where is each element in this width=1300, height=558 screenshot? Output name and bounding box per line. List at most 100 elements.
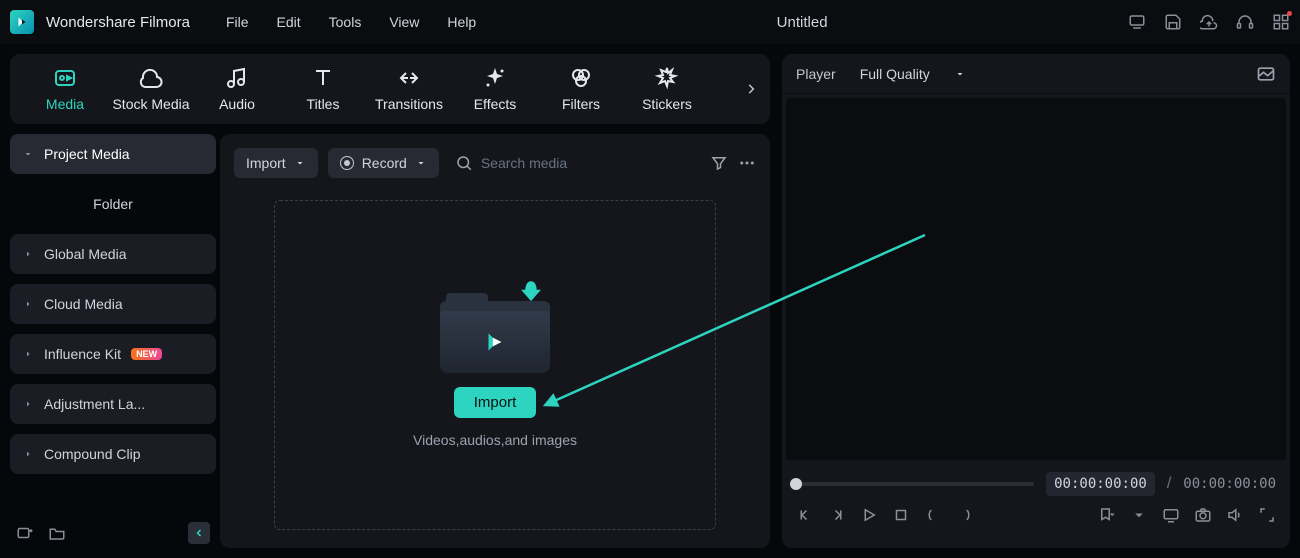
player-controls: 00:00:00:00 / 00:00:00:00 xyxy=(782,464,1290,548)
titles-icon xyxy=(311,66,335,90)
player-viewport[interactable] xyxy=(786,98,1286,460)
notification-dot xyxy=(1287,11,1292,16)
sidebar-item-cloud-media[interactable]: Cloud Media xyxy=(10,284,216,324)
tab-media[interactable]: Media xyxy=(22,66,108,112)
new-folder-icon[interactable] xyxy=(48,524,66,542)
stop-icon[interactable] xyxy=(892,506,910,524)
record-label: Record xyxy=(362,155,407,171)
download-arrow-icon xyxy=(514,277,548,311)
sidebar-item-influence-kit[interactable]: Influence Kit NEW xyxy=(10,334,216,374)
filter-icon[interactable] xyxy=(710,154,728,172)
filmora-icon xyxy=(15,15,29,29)
apps-button[interactable] xyxy=(1272,13,1290,31)
import-label: Import xyxy=(246,155,286,171)
chevron-right-icon xyxy=(22,298,34,310)
menu-bar: File Edit Tools View Help xyxy=(226,14,476,30)
player-panel: Player Full Quality 00:00:00:00 / 00:00:… xyxy=(782,54,1290,548)
prev-frame-icon[interactable] xyxy=(796,506,814,524)
timecode-current: 00:00:00:00 xyxy=(1046,472,1155,496)
tab-label: Audio xyxy=(219,96,255,112)
menu-view[interactable]: View xyxy=(389,14,419,30)
tab-label: Transitions xyxy=(375,96,443,112)
tab-label: Effects xyxy=(474,96,517,112)
record-icon xyxy=(340,156,354,170)
tab-label: Media xyxy=(46,96,84,112)
search-wrap xyxy=(449,154,700,172)
tab-filters[interactable]: Filters xyxy=(538,66,624,112)
sidebar-item-adjustment-layer[interactable]: Adjustment La... xyxy=(10,384,216,424)
chevron-down-icon xyxy=(415,157,427,169)
tab-stock-media[interactable]: Stock Media xyxy=(108,66,194,112)
sidebar-item-label: Project Media xyxy=(44,146,130,162)
player-label: Player xyxy=(796,66,836,82)
next-frame-icon[interactable] xyxy=(828,506,846,524)
media-panel: Import Record xyxy=(220,134,770,548)
dropzone-caption: Videos,audios,and images xyxy=(413,432,577,448)
chevron-right-icon xyxy=(22,248,34,260)
tab-effects[interactable]: Effects xyxy=(452,66,538,112)
media-sidebar: Project Media Folder Global Media Cloud … xyxy=(10,134,220,548)
search-input[interactable] xyxy=(481,155,700,171)
stickers-icon xyxy=(655,66,679,90)
sidebar-item-folder[interactable]: Folder xyxy=(10,184,216,224)
camera-icon[interactable] xyxy=(1194,506,1212,524)
fullscreen-icon[interactable] xyxy=(1258,506,1276,524)
more-icon[interactable] xyxy=(738,154,756,172)
seek-knob[interactable] xyxy=(790,478,802,490)
seek-bar[interactable] xyxy=(796,482,1034,486)
search-icon xyxy=(455,154,473,172)
new-badge: NEW xyxy=(131,348,162,360)
audio-icon xyxy=(225,66,249,90)
media-icon xyxy=(53,66,77,90)
sidebar-item-label: Global Media xyxy=(44,246,127,262)
sidebar-item-global-media[interactable]: Global Media xyxy=(10,234,216,274)
tab-audio[interactable]: Audio xyxy=(194,66,280,112)
tabs-scroll-right-icon[interactable] xyxy=(744,78,758,100)
filmora-mark-icon xyxy=(482,329,508,355)
chevron-down-icon xyxy=(954,68,966,80)
sidebar-item-compound-clip[interactable]: Compound Clip xyxy=(10,434,216,474)
menu-edit[interactable]: Edit xyxy=(277,14,301,30)
display-icon[interactable] xyxy=(1162,506,1180,524)
import-button[interactable]: Import xyxy=(454,387,537,418)
mark-in-icon[interactable] xyxy=(924,506,942,524)
quality-select[interactable]: Full Quality xyxy=(850,62,976,86)
tab-transitions[interactable]: Transitions xyxy=(366,66,452,112)
headset-icon[interactable] xyxy=(1236,13,1254,31)
sidebar-footer xyxy=(10,518,216,548)
sidebar-item-label: Cloud Media xyxy=(44,296,123,312)
chevron-left-icon xyxy=(193,527,205,539)
chevron-down-icon xyxy=(22,148,34,160)
mark-out-icon[interactable] xyxy=(956,506,974,524)
snapshot-icon[interactable] xyxy=(1256,64,1276,84)
tab-label: Titles xyxy=(307,96,340,112)
quality-value: Full Quality xyxy=(860,66,930,82)
menu-file[interactable]: File xyxy=(226,14,249,30)
play-icon[interactable] xyxy=(860,506,878,524)
save-icon[interactable] xyxy=(1164,13,1182,31)
import-dropzone[interactable]: Import Videos,audios,and images xyxy=(274,200,716,530)
menu-tools[interactable]: Tools xyxy=(329,14,362,30)
tab-titles[interactable]: Titles xyxy=(280,66,366,112)
new-bin-icon[interactable] xyxy=(16,524,34,542)
sidebar-item-label: Influence Kit xyxy=(44,346,121,362)
tab-stickers[interactable]: Stickers xyxy=(624,66,710,112)
record-dropdown[interactable]: Record xyxy=(328,148,439,178)
collapse-sidebar-button[interactable] xyxy=(188,522,210,544)
chevron-down-icon[interactable] xyxy=(1130,506,1148,524)
import-dropdown[interactable]: Import xyxy=(234,148,318,178)
menu-help[interactable]: Help xyxy=(447,14,476,30)
timecode-total: 00:00:00:00 xyxy=(1183,476,1276,492)
filters-icon xyxy=(569,66,593,90)
chevron-right-icon xyxy=(22,448,34,460)
monitor-icon[interactable] xyxy=(1128,13,1146,31)
app-name: Wondershare Filmora xyxy=(46,14,190,31)
volume-icon[interactable] xyxy=(1226,506,1244,524)
title-right-icons xyxy=(1128,13,1290,31)
sidebar-item-project-media[interactable]: Project Media xyxy=(10,134,216,174)
tab-label: Stock Media xyxy=(112,96,189,112)
cloud-icon[interactable] xyxy=(1200,13,1218,31)
media-toolbar: Import Record xyxy=(234,144,756,182)
chevron-right-icon xyxy=(22,348,34,360)
marker-dropdown-icon[interactable] xyxy=(1098,506,1116,524)
